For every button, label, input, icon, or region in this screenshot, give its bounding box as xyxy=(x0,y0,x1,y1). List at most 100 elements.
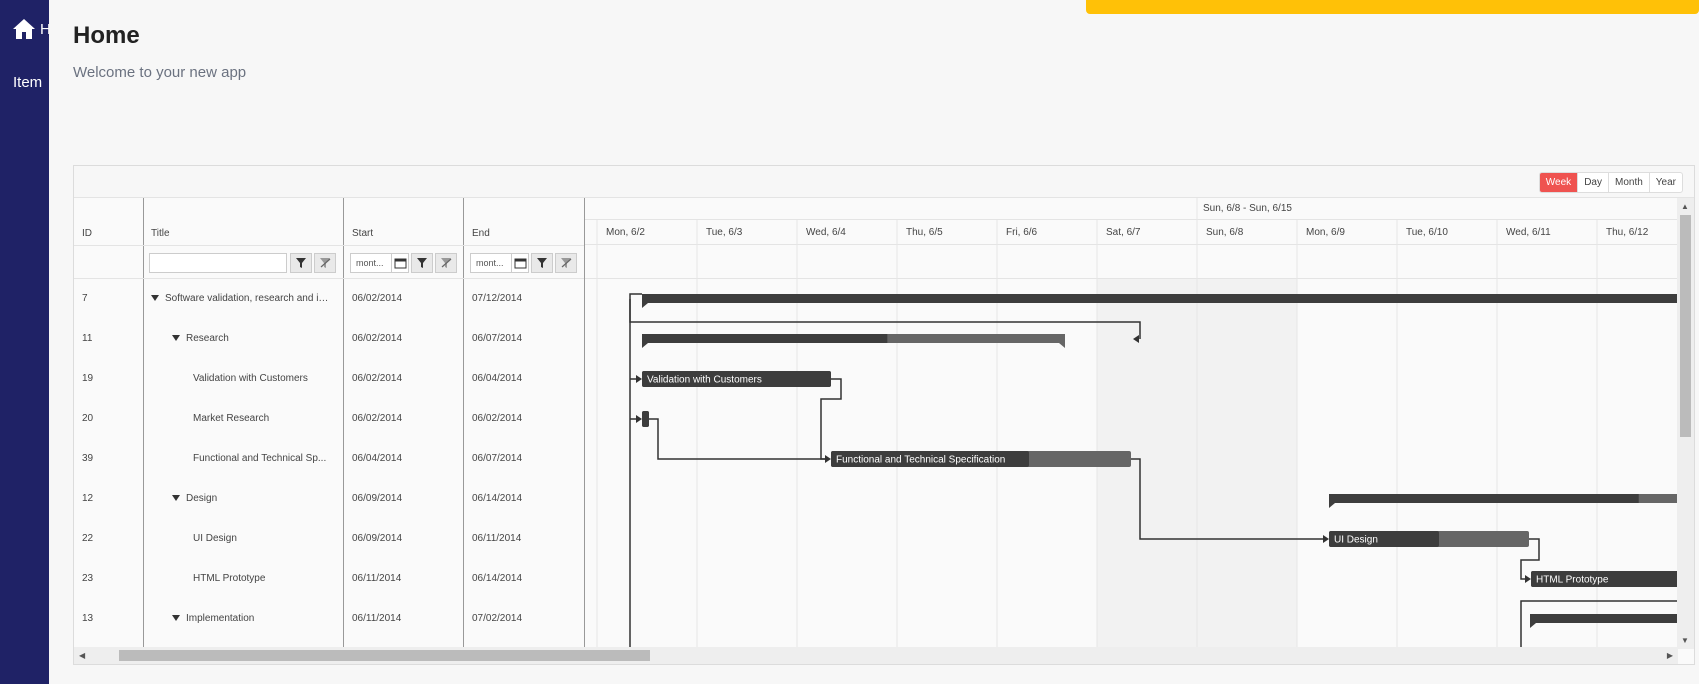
dependency-arrow xyxy=(636,375,642,383)
start-filter-button[interactable] xyxy=(411,253,433,273)
summary-bar-start-tip xyxy=(1329,503,1335,508)
cell-start: 06/02/2014 xyxy=(352,293,457,304)
table-row[interactable]: 19 Validation with Customers 06/02/2014 06/… xyxy=(74,359,584,399)
task-bar-label: UI Design xyxy=(1334,535,1378,546)
sidebar-item-home-label: Home xyxy=(40,20,49,38)
task-bar-label: Functional and Technical Specification xyxy=(836,455,1005,466)
cell-id-text: 19 xyxy=(82,373,94,384)
horizontal-scrollbar[interactable]: ◀ ▶ xyxy=(74,647,1678,664)
cell-start: 06/09/2014 xyxy=(352,533,457,544)
vertical-scroll-thumb[interactable] xyxy=(1680,215,1691,437)
scroll-up-arrow[interactable]: ▲ xyxy=(1681,202,1689,211)
expand-caret-icon[interactable] xyxy=(172,495,180,501)
cell-start: 06/04/2014 xyxy=(352,453,457,464)
table-row[interactable]: 11 Research 06/02/2014 06/07/2014 xyxy=(74,319,584,359)
column-header-id[interactable]: ID xyxy=(82,228,92,239)
start-calendar-button[interactable] xyxy=(391,253,409,273)
cell-start-text: 06/09/2014 xyxy=(352,493,403,504)
table-row[interactable]: 7 Software validation, research and imp..… xyxy=(74,279,584,319)
table-row[interactable]: 20 Market Research 06/02/2014 06/02/2014 xyxy=(74,399,584,439)
summary-bar-progress xyxy=(642,294,1678,303)
start-filter-input[interactable]: mont... xyxy=(350,253,392,273)
title-clear-filter-button[interactable] xyxy=(314,253,336,273)
scroll-down-arrow[interactable]: ▼ xyxy=(1681,636,1689,645)
expand-caret-icon[interactable] xyxy=(172,335,180,341)
cell-end: 07/12/2014 xyxy=(472,293,577,304)
table-row[interactable]: 13 Implementation 06/11/2014 07/02/2014 xyxy=(74,599,584,639)
cell-id-text: 23 xyxy=(82,573,94,584)
scroll-left-arrow[interactable]: ◀ xyxy=(79,651,85,660)
title-filter-button[interactable] xyxy=(290,253,312,273)
cell-title: Implementation xyxy=(172,613,336,624)
cell-end: 06/11/2014 xyxy=(472,533,577,544)
summary-bar-progress xyxy=(642,334,888,343)
cell-start-text: 06/11/2014 xyxy=(352,573,402,584)
summary-bar-progress xyxy=(1530,614,1678,623)
cell-start: 06/11/2014 xyxy=(352,613,457,624)
table-row[interactable]: 22 UI Design 06/09/2014 06/11/2014 xyxy=(74,519,584,559)
cell-id: 13 xyxy=(82,613,137,624)
view-month-button[interactable]: Month xyxy=(1607,173,1649,192)
start-clear-filter-button[interactable] xyxy=(435,253,457,273)
cell-title: Research xyxy=(172,333,336,344)
home-icon xyxy=(13,19,35,39)
end-calendar-button[interactable] xyxy=(511,253,529,273)
cell-start: 06/02/2014 xyxy=(352,333,457,344)
table-row[interactable]: 23 HTML Prototype 06/11/2014 06/14/2014 xyxy=(74,559,584,599)
column-header-end[interactable]: End xyxy=(472,228,490,239)
cell-start: 06/02/2014 xyxy=(352,413,457,424)
cell-start: 06/11/2014 xyxy=(352,573,457,584)
sidebar-item-home[interactable]: Home xyxy=(12,18,49,40)
vertical-scrollbar[interactable]: ▲ ▼ xyxy=(1677,198,1694,649)
cell-start-text: 06/02/2014 xyxy=(352,373,403,384)
end-filter-input[interactable]: mont... xyxy=(470,253,512,273)
page-title: Home xyxy=(73,22,140,49)
view-week-button[interactable]: Week xyxy=(1539,173,1578,192)
cell-end: 06/07/2014 xyxy=(472,453,577,464)
cell-id-text: 7 xyxy=(82,293,88,304)
end-clear-filter-button[interactable] xyxy=(555,253,577,273)
end-filter-button[interactable] xyxy=(531,253,553,273)
view-day-button[interactable]: Day xyxy=(1577,173,1608,192)
cell-end-text: 06/02/2014 xyxy=(472,413,523,424)
cell-start-text: 06/09/2014 xyxy=(352,533,403,544)
clear-filter-icon xyxy=(320,258,331,268)
cell-id-text: 13 xyxy=(82,613,94,624)
view-switcher: Week Day Month Year xyxy=(1538,172,1683,193)
expand-caret-icon[interactable] xyxy=(172,615,180,621)
cell-end-text: 06/04/2014 xyxy=(472,373,523,384)
scroll-right-arrow[interactable]: ▶ xyxy=(1667,651,1673,660)
cell-start-text: 06/11/2014 xyxy=(352,613,402,624)
filter-icon xyxy=(537,258,547,268)
cell-title-text: UI Design xyxy=(193,533,237,544)
cell-id: 11 xyxy=(82,333,137,344)
sidebar-item-item[interactable]: Item xyxy=(13,74,42,91)
view-year-button[interactable]: Year xyxy=(1648,173,1682,192)
task-grid: ID Title Start End mont... mont... 7 Soft… xyxy=(74,198,585,649)
task-bar-label: HTML Prototype xyxy=(1536,575,1609,586)
cell-end-text: 07/12/2014 xyxy=(472,293,523,304)
clear-filter-icon xyxy=(441,258,452,268)
table-row[interactable]: 39 Functional and Technical Sp... 06/04/20… xyxy=(74,439,584,479)
cell-id: 20 xyxy=(82,413,137,424)
cell-id-text: 39 xyxy=(82,453,94,464)
column-header-start[interactable]: Start xyxy=(352,228,373,239)
expand-caret-icon[interactable] xyxy=(151,295,159,301)
cell-end-text: 06/14/2014 xyxy=(472,493,523,504)
table-row[interactable]: 12 Design 06/09/2014 06/14/2014 xyxy=(74,479,584,519)
cell-start-text: 06/02/2014 xyxy=(352,333,403,344)
horizontal-scroll-thumb[interactable] xyxy=(119,650,650,661)
filter-icon xyxy=(296,258,306,268)
title-filter-input[interactable] xyxy=(149,253,287,273)
task-bar-progress xyxy=(642,411,649,427)
cell-id-text: 12 xyxy=(82,493,94,504)
cell-title: Market Research xyxy=(193,413,336,424)
column-header-title[interactable]: Title xyxy=(151,228,170,239)
task-bar-label: Validation with Customers xyxy=(647,375,762,386)
cell-start: 06/02/2014 xyxy=(352,373,457,384)
cell-end: 06/07/2014 xyxy=(472,333,577,344)
cell-title: UI Design xyxy=(193,533,336,544)
dependency-arrow xyxy=(1323,535,1329,543)
calendar-icon xyxy=(514,258,526,269)
cell-end: 06/04/2014 xyxy=(472,373,577,384)
